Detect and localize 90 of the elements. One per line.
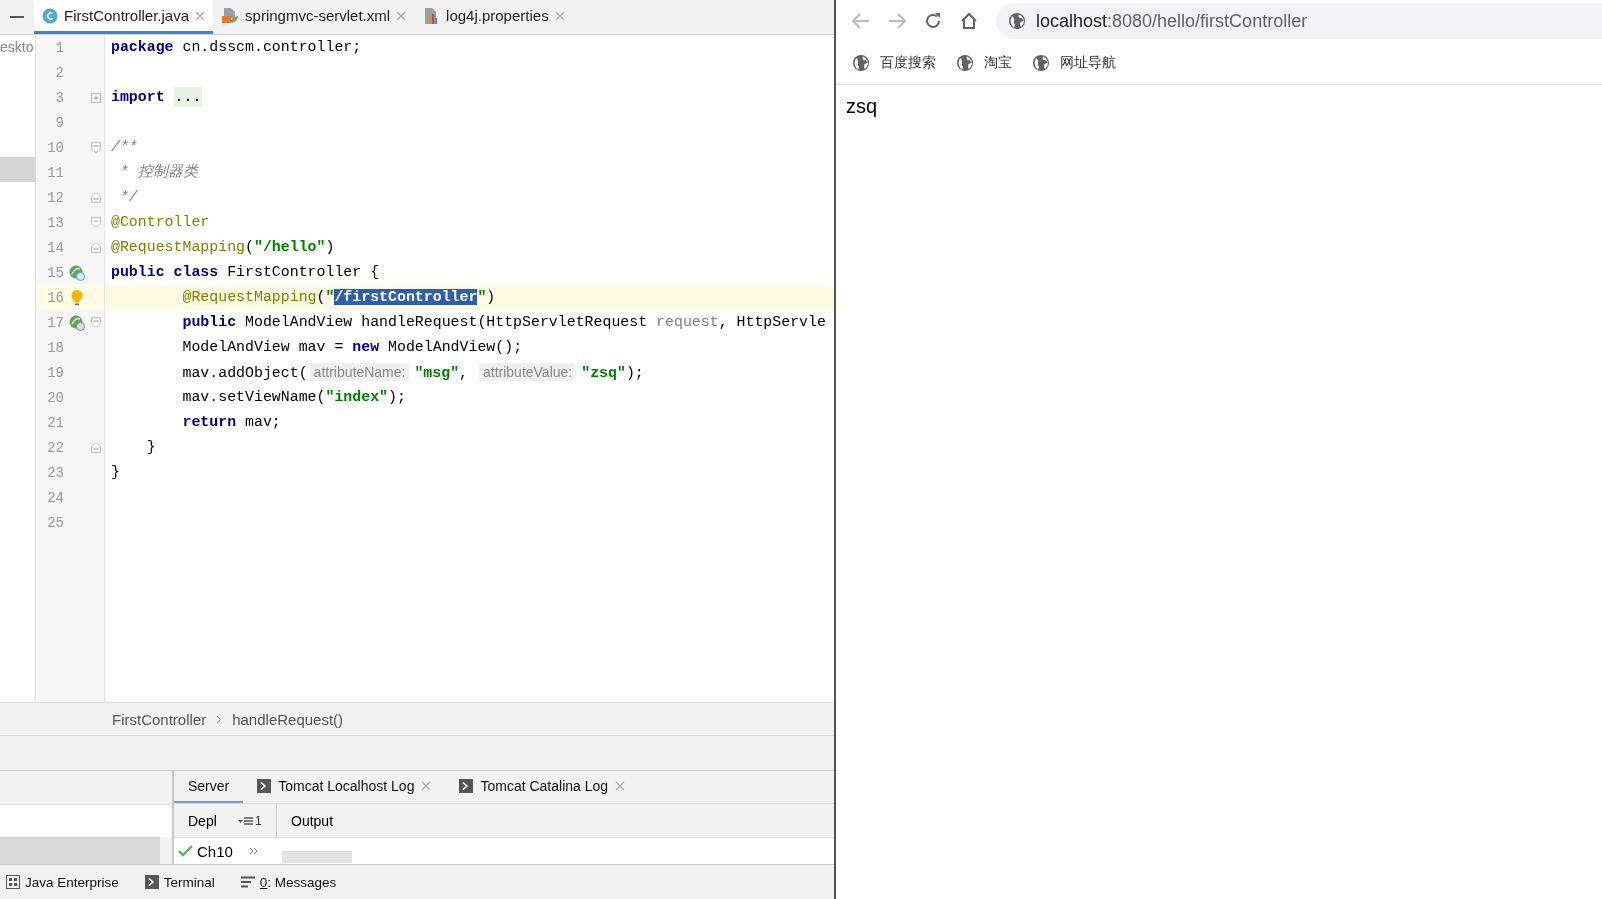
code-line: } xyxy=(145,438,157,457)
lines-icon xyxy=(240,876,255,888)
scrollbar[interactable] xyxy=(282,851,352,864)
column-header: Depl xyxy=(187,812,218,829)
line-number: 19 xyxy=(46,364,64,381)
code-line: public class FirstController { xyxy=(111,263,381,282)
bookmark[interactable]: 百度搜索 xyxy=(852,54,936,72)
code-line: return mav; xyxy=(181,413,282,432)
globe-icon xyxy=(956,54,974,72)
bookmark[interactable]: 淘宝 xyxy=(956,54,1012,72)
fold-marker-icon[interactable] xyxy=(91,442,101,453)
item-count: 1 xyxy=(255,813,262,828)
line-number: 10 xyxy=(46,139,64,156)
home-button[interactable] xyxy=(960,12,978,30)
line-number: 12 xyxy=(46,189,64,206)
line-number: 25 xyxy=(46,514,64,531)
tool-window-button[interactable]: 0: Messages xyxy=(240,874,337,890)
close-icon[interactable] xyxy=(554,10,565,21)
fold-marker-icon[interactable] xyxy=(91,92,101,103)
line-number: 22 xyxy=(46,439,64,456)
services-tab[interactable]: Server xyxy=(174,771,244,804)
fold-marker-icon[interactable] xyxy=(91,242,101,253)
code-line: mav.addObject( attributeName: "msg", attributeValue: "zsq"); xyxy=(181,362,645,383)
line-number: 21 xyxy=(46,414,64,431)
bean-icon[interactable] xyxy=(69,314,85,331)
line-number: 13 xyxy=(46,214,64,231)
bookmark[interactable]: 网址导航 xyxy=(1032,54,1116,72)
close-icon[interactable] xyxy=(421,781,432,792)
close-icon[interactable] xyxy=(615,781,626,792)
services-tab[interactable]: Tomcat Catalina Log xyxy=(445,771,640,804)
line-number: 24 xyxy=(46,489,64,506)
breadcrumb-item[interactable]: handleRequest() xyxy=(232,710,344,728)
code-line: mav.setViewName("index"); xyxy=(181,388,407,407)
code-line: package cn.dsscm.controller; xyxy=(111,38,363,57)
tool-window-button[interactable]: Java Enterprise xyxy=(6,874,119,890)
fold-marker-icon[interactable] xyxy=(91,317,101,328)
page-text: zsq xyxy=(846,95,878,118)
line-number: 23 xyxy=(46,464,64,481)
breadcrumb-item[interactable]: FirstController xyxy=(112,710,207,728)
deployment-item[interactable]: Ch10 xyxy=(174,842,240,860)
code-line: } xyxy=(111,463,121,482)
check-icon xyxy=(178,845,193,858)
line-number: 1 xyxy=(54,39,64,56)
line-number: 3 xyxy=(54,89,64,106)
line-number: 16 xyxy=(46,289,64,306)
back-button[interactable] xyxy=(852,13,870,29)
console-icon xyxy=(144,875,159,889)
code-line: public ModelAndView handleRequest(HttpServletRequest request, HttpServle xyxy=(181,313,827,332)
column-header: Output xyxy=(290,812,334,829)
bean-icon[interactable] xyxy=(69,264,85,281)
editor-tab[interactable]: springmvc-servlet.xml xyxy=(213,0,415,34)
line-number: 20 xyxy=(46,389,64,406)
line-number: 2 xyxy=(54,64,64,81)
line-number: 14 xyxy=(46,239,64,256)
code-line: /** xyxy=(111,138,139,157)
fold-marker-icon[interactable] xyxy=(91,142,101,153)
sort-icon[interactable] xyxy=(238,815,254,826)
close-icon[interactable] xyxy=(396,10,407,21)
editor-tab[interactable]: FirstController.java xyxy=(34,0,214,34)
services-tab[interactable]: Tomcat Localhost Log xyxy=(243,771,446,804)
console-icon xyxy=(257,779,272,794)
code-line: @RequestMapping("/hello") xyxy=(111,238,336,257)
line-number: 17 xyxy=(46,314,64,331)
project-tree-label: eskto xyxy=(0,38,35,57)
globe-icon xyxy=(852,54,870,72)
chevron-icon xyxy=(216,714,223,724)
forward-button[interactable] xyxy=(888,13,906,29)
code-line: @Controller xyxy=(111,213,211,232)
editor-tab[interactable]: log4j.properties xyxy=(414,0,573,34)
address-bar[interactable]: localhost:8080/hello/firstController xyxy=(996,3,1602,39)
code-line: ModelAndView mav = new ModelAndView(); xyxy=(181,338,524,357)
grid-icon xyxy=(6,875,20,889)
code-line: */ xyxy=(118,188,139,207)
fold-marker-icon[interactable] xyxy=(91,217,101,228)
line-number: 9 xyxy=(54,114,64,131)
site-info-icon xyxy=(1008,12,1026,30)
lightbulb-icon[interactable] xyxy=(70,288,84,307)
reload-button[interactable] xyxy=(924,12,942,30)
close-icon[interactable] xyxy=(195,10,206,21)
tool-window-button[interactable]: Terminal xyxy=(144,874,215,890)
line-number: 18 xyxy=(46,339,64,356)
console-icon xyxy=(459,779,474,794)
line-number: 15 xyxy=(46,264,64,281)
xml-file-icon xyxy=(221,6,240,25)
code-line: import ... xyxy=(111,86,204,109)
globe-icon xyxy=(1032,54,1050,72)
code-line: * 控制器类 xyxy=(118,162,200,182)
line-number: 11 xyxy=(46,164,64,181)
class-file-icon xyxy=(42,7,58,24)
fold-marker-icon[interactable] xyxy=(91,192,101,203)
